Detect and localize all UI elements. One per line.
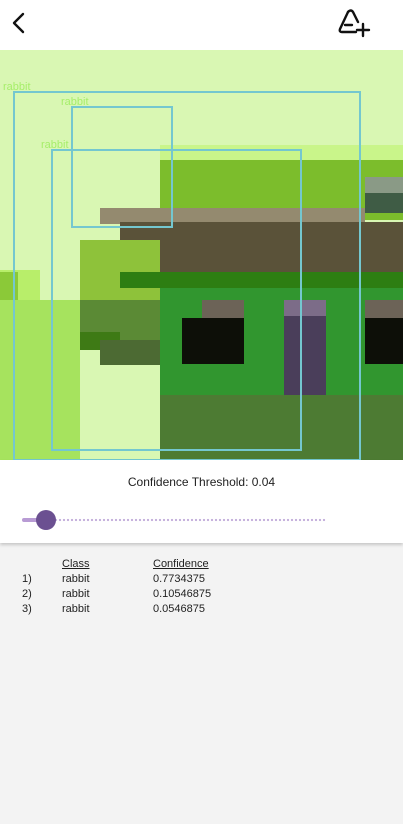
detection-label: rabbit — [3, 81, 31, 93]
detection-image: rabbit rabbit rabbit — [0, 50, 403, 460]
row-confidence: 0.0546875 — [153, 603, 205, 615]
detection-label: rabbit — [61, 96, 89, 108]
add-model-button[interactable] — [334, 3, 376, 43]
row-confidence: 0.7734375 — [153, 573, 205, 585]
confidence-column-header: Confidence — [153, 558, 209, 570]
back-button[interactable] — [6, 7, 34, 39]
chevron-left-icon — [12, 12, 25, 34]
detection-box — [51, 149, 302, 451]
threshold-panel: Confidence Threshold: 0.04 — [0, 460, 403, 543]
detection-label: rabbit — [41, 139, 69, 151]
row-index: 3) — [22, 603, 32, 615]
row-class: rabbit — [62, 588, 90, 600]
add-triangle-icon — [338, 9, 371, 38]
table-row: 1) rabbit 0.7734375 — [0, 573, 403, 588]
threshold-label: Confidence Threshold: 0.04 — [127, 475, 276, 489]
slider-thumb[interactable] — [36, 510, 57, 530]
table-row: 3) rabbit 0.0546875 — [0, 603, 403, 618]
app-bar — [0, 0, 403, 50]
confidence-slider[interactable] — [22, 510, 326, 530]
class-column-header: Class — [62, 558, 90, 570]
row-class: rabbit — [62, 573, 90, 585]
row-index: 2) — [22, 588, 32, 600]
row-confidence: 0.10546875 — [153, 588, 212, 600]
slider-track — [22, 518, 326, 522]
table-row: 2) rabbit 0.10546875 — [0, 588, 403, 603]
row-index: 1) — [22, 573, 32, 585]
row-class: rabbit — [62, 603, 90, 615]
